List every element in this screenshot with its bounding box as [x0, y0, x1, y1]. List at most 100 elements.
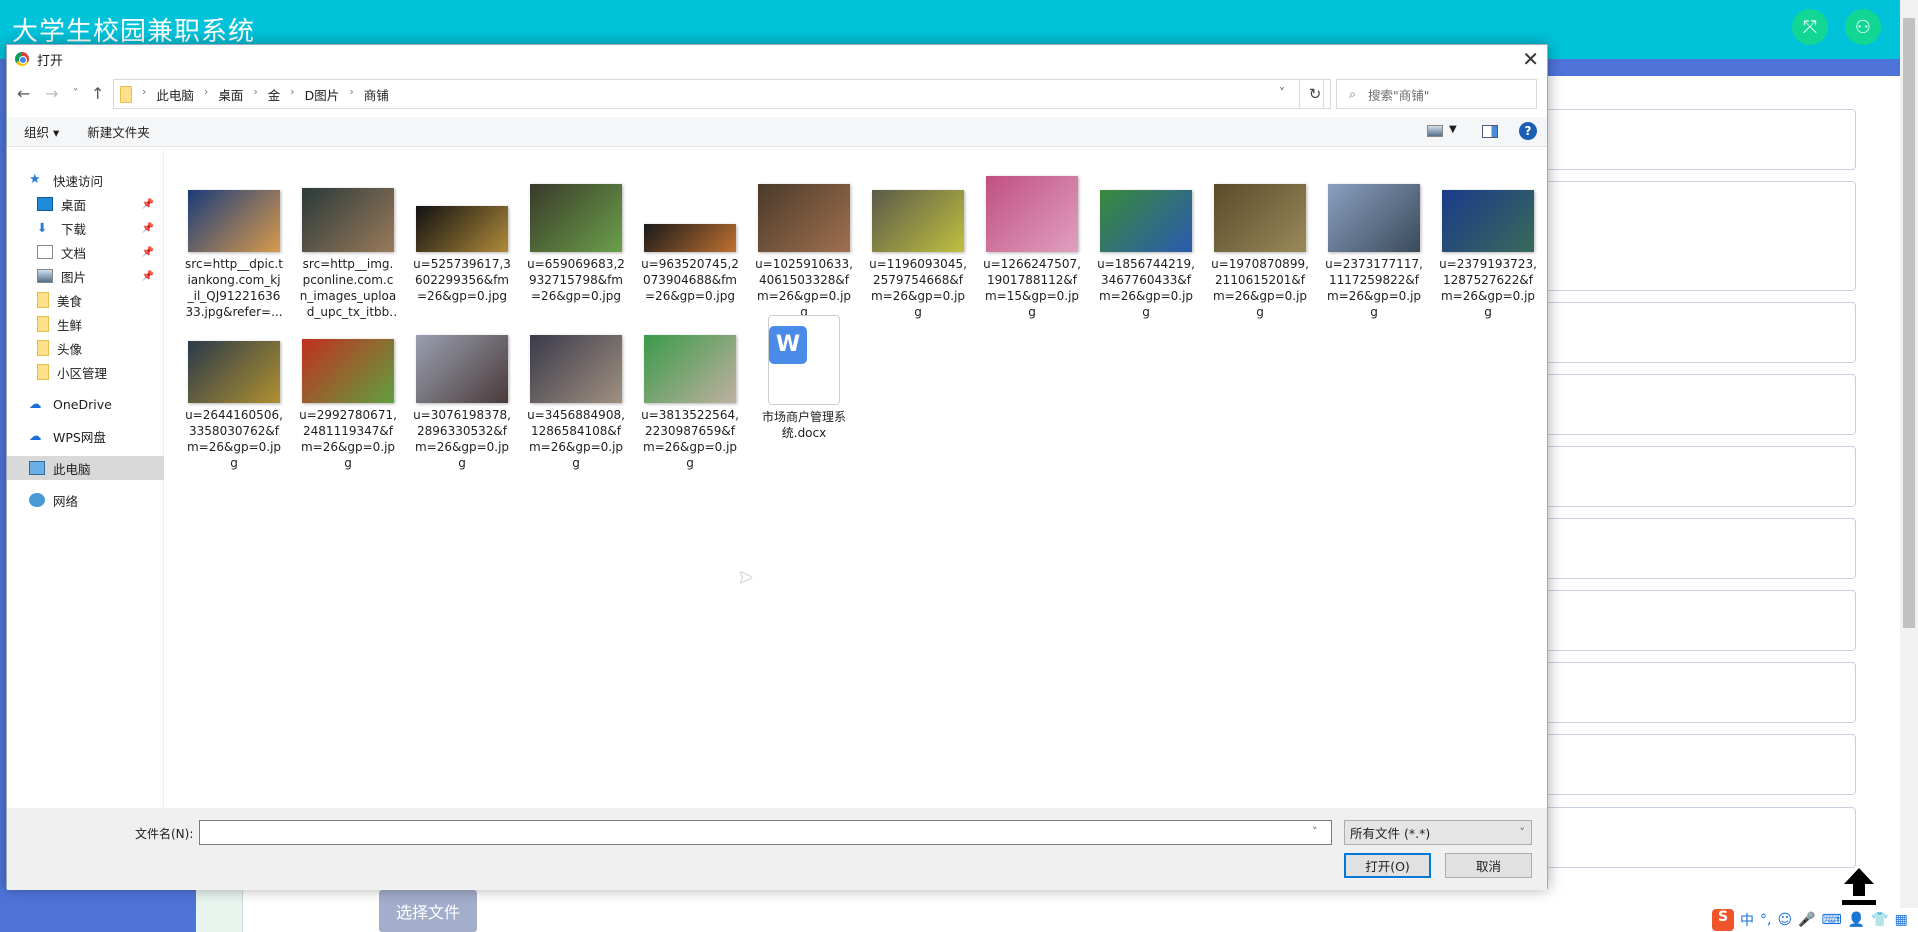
- nav-item[interactable]: ☁ WPS网盘: [7, 424, 164, 448]
- command-bar: 组织 ▾ 新建文件夹 ▼ ?: [7, 117, 1547, 147]
- file-item[interactable]: u=963520745,2073904688&fm=26&gp=0.jpg: [641, 224, 739, 304]
- fullscreen-button[interactable]: ⤧: [1792, 9, 1828, 45]
- file-list: src=http__dpic.tiankong.com_kj_il_QJ9122…: [165, 148, 1547, 853]
- image-thumbnail: [416, 206, 508, 252]
- file-item[interactable]: u=659069683,2932715798&fm=26&gp=0.jpg: [527, 184, 625, 304]
- file-name: src=http__img.pconline.com.cn_images_upl…: [299, 257, 397, 319]
- nav-item[interactable]: 文档 📌: [7, 240, 164, 264]
- breadcrumb-item[interactable]: D图片: [305, 85, 340, 104]
- ime-item[interactable]: 🎤: [1798, 912, 1815, 928]
- breadcrumb-item[interactable]: 此电脑: [156, 85, 194, 104]
- image-thumbnail: [986, 176, 1078, 252]
- file-item[interactable]: src=http__dpic.tiankong.com_kj_il_QJ9122…: [185, 190, 283, 320]
- file-item[interactable]: u=1856744219,3467760433&fm=26&gp=0.jpg: [1097, 190, 1195, 320]
- ime-item[interactable]: 中: [1740, 910, 1754, 930]
- image-thumbnail: [872, 190, 964, 252]
- filename-input[interactable]: [199, 820, 1332, 845]
- file-item[interactable]: u=2379193723,1287527622&fm=26&gp=0.jpg: [1439, 190, 1537, 320]
- view-dropdown-icon[interactable]: ▼: [1449, 124, 1457, 135]
- nav-item[interactable]: 桌面 📌: [7, 192, 164, 216]
- breadcrumb-item[interactable]: 金: [268, 85, 281, 104]
- address-dropdown-icon[interactable]: ˅: [1279, 86, 1285, 100]
- breadcrumb-item[interactable]: 商铺: [364, 85, 389, 104]
- file-name: u=3813522564,2230987659&fm=26&gp=0.jpg: [641, 408, 739, 470]
- mouse-cursor-icon: ➤: [738, 567, 754, 588]
- nav-item[interactable]: 网络: [7, 488, 164, 512]
- image-thumbnail: [302, 339, 394, 403]
- user-icon: ⚇: [1854, 16, 1872, 38]
- ime-item[interactable]: ⌨: [1822, 912, 1842, 928]
- image-thumbnail: [644, 335, 736, 403]
- scrollbar-thumb[interactable]: [1903, 18, 1915, 628]
- folder-icon: [120, 85, 132, 103]
- file-item[interactable]: u=3076198378,2896330532&fm=26&gp=0.jpg: [413, 335, 511, 471]
- file-item[interactable]: u=1970870899,2110615201&fm=26&gp=0.jpg: [1211, 184, 1309, 320]
- file-name: u=2992780671,2481119347&fm=26&gp=0.jpg: [299, 408, 397, 470]
- search-box[interactable]: ⌕ 搜索"商铺": [1336, 79, 1537, 109]
- organize-menu[interactable]: 组织 ▾: [24, 122, 59, 141]
- chevron-right-icon: ›: [349, 84, 354, 98]
- nav-item[interactable]: 此电脑: [7, 456, 164, 480]
- close-button[interactable]: ✕: [1522, 47, 1539, 71]
- ime-item[interactable]: 👤: [1848, 912, 1865, 928]
- search-icon: ⌕: [1349, 86, 1357, 101]
- nav-item[interactable]: 图片 📌: [7, 264, 164, 288]
- file-item[interactable]: u=2644160506,3358030762&fm=26&gp=0.jpg: [185, 341, 283, 471]
- view-options-icon[interactable]: [1427, 125, 1443, 137]
- filename-dropdown-icon[interactable]: ˅: [1312, 825, 1318, 838]
- user-button[interactable]: ⚇: [1845, 9, 1881, 45]
- file-item[interactable]: u=1196093045,2579754668&fm=26&gp=0.jpg: [869, 190, 967, 320]
- nav-item[interactable]: ⬇ 下载 📌: [7, 216, 164, 240]
- nav-item[interactable]: 美食: [7, 288, 164, 312]
- document-icon: [37, 245, 53, 259]
- file-item[interactable]: W 市场商户管理系统.docx: [755, 315, 853, 441]
- nav-item-label: 桌面: [61, 197, 87, 213]
- file-name: u=525739617,3602299356&fm=26&gp=0.jpg: [413, 257, 511, 303]
- folder-icon: [37, 340, 49, 356]
- nav-item[interactable]: 头像: [7, 336, 164, 360]
- refresh-button[interactable]: ↻: [1299, 79, 1331, 109]
- recent-dropdown-icon[interactable]: ˅: [73, 88, 78, 99]
- file-item[interactable]: u=525739617,3602299356&fm=26&gp=0.jpg: [413, 206, 511, 304]
- breadcrumb-item[interactable]: 桌面: [218, 85, 243, 104]
- ime-item[interactable]: °,: [1760, 912, 1771, 928]
- file-item[interactable]: u=2373177117,1117259822&fm=26&gp=0.jpg: [1325, 184, 1423, 320]
- up-arrow-icon[interactable]: ↑: [91, 84, 104, 103]
- ime-item[interactable]: ▦: [1895, 912, 1908, 928]
- chevron-right-icon: ›: [142, 84, 147, 98]
- pin-icon: 📌: [141, 222, 154, 234]
- open-button[interactable]: 打开(O): [1344, 853, 1431, 878]
- cancel-button[interactable]: 取消: [1445, 853, 1532, 878]
- forward-arrow-icon[interactable]: →: [45, 84, 58, 103]
- file-item[interactable]: u=3813522564,2230987659&fm=26&gp=0.jpg: [641, 335, 739, 471]
- back-to-top-icon[interactable]: [1840, 866, 1878, 906]
- filename-label: 文件名(N):: [135, 827, 194, 841]
- file-item[interactable]: src=http__img.pconline.com.cn_images_upl…: [299, 188, 397, 320]
- help-icon[interactable]: ?: [1519, 122, 1537, 140]
- chevron-right-icon: ›: [253, 84, 258, 98]
- nav-item[interactable]: 小区管理: [7, 360, 164, 384]
- file-item[interactable]: u=3456884908,1286584108&fm=26&gp=0.jpg: [527, 335, 625, 471]
- cloud-icon: ☁: [29, 396, 42, 411]
- image-thumbnail: [1100, 190, 1192, 252]
- ime-toolbar[interactable]: S 中 °, ☺ 🎤 ⌨ 👤 👕 ▦: [1710, 908, 1918, 932]
- ime-item[interactable]: ☺: [1777, 912, 1792, 928]
- file-item[interactable]: u=1266247507,1901788112&fm=15&gp=0.jpg: [983, 176, 1081, 320]
- nav-item-label: 快速访问: [53, 173, 104, 189]
- ime-item[interactable]: 👕: [1871, 912, 1888, 928]
- nav-item[interactable]: 生鲜: [7, 312, 164, 336]
- file-name: u=3076198378,2896330532&fm=26&gp=0.jpg: [413, 408, 511, 470]
- back-arrow-icon[interactable]: ←: [17, 84, 30, 103]
- image-thumbnail: [758, 184, 850, 252]
- choose-file-button[interactable]: 选择文件: [379, 890, 477, 932]
- file-item[interactable]: u=2992780671,2481119347&fm=26&gp=0.jpg: [299, 339, 397, 471]
- nav-item[interactable]: ★ 快速访问: [7, 168, 164, 192]
- file-type-select[interactable]: 所有文件 (*.*) ˅: [1344, 820, 1532, 845]
- file-item[interactable]: u=1025910633,4061503328&fm=26&gp=0.jpg: [755, 184, 853, 320]
- dialog-footer: 文件名(N): ˅ 所有文件 (*.*) ˅ 打开(O) 取消: [7, 808, 1547, 890]
- new-folder-button[interactable]: 新建文件夹: [87, 122, 150, 141]
- preview-pane-icon[interactable]: [1482, 125, 1498, 138]
- sogou-logo-icon[interactable]: S: [1712, 909, 1734, 931]
- nav-item[interactable]: ☁ OneDrive: [7, 392, 164, 416]
- address-bar[interactable]: › 此电脑 › 桌面 › 金 › D图片 › 商铺: [113, 79, 1324, 109]
